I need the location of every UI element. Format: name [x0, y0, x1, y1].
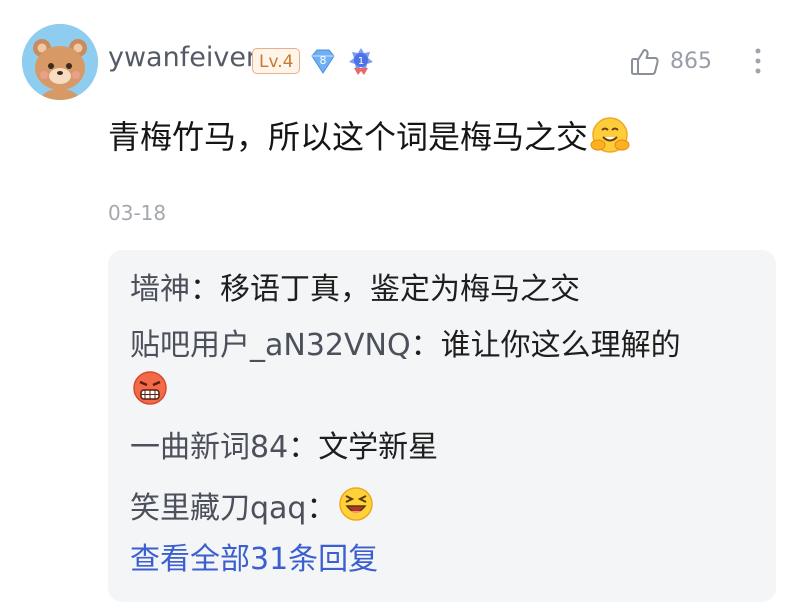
hugging-face-emoji-icon: [588, 113, 632, 165]
reply-item[interactable]: 贴吧用户_aN32VNQ：谁让你这么理解的: [130, 326, 681, 366]
diamond-badge-icon: 8: [306, 44, 340, 78]
reply-separator: ：: [288, 430, 319, 465]
angry-face-emoji-icon: [130, 368, 170, 419]
reply-text: 文学新星: [318, 430, 439, 465]
gem-badge-number: 8: [320, 54, 327, 67]
level-badge: Lv.4: [252, 48, 301, 74]
comment-date: 03-18: [108, 201, 167, 225]
comment-text: 青梅竹马，所以这个词是梅马之交: [108, 112, 632, 165]
laughing-face-emoji-icon: [336, 484, 376, 535]
comment-body: 青梅竹马，所以这个词是梅马之交: [108, 118, 589, 156]
reply-list: 墙神：移语丁真，鉴定为梅马之交 贴吧用户_aN32VNQ：谁让你这么理解的 一曲…: [108, 250, 776, 602]
username[interactable]: ywanfeiver: [108, 42, 257, 73]
more-options-icon[interactable]: [748, 44, 768, 78]
reply-username[interactable]: 贴吧用户_aN32VNQ: [130, 328, 411, 363]
reply-text: 移语丁真，鉴定为梅马之交: [220, 272, 580, 307]
bear-avatar-icon: [22, 24, 98, 100]
medal-badge-icon: 1: [344, 44, 378, 78]
like-count: 865: [670, 49, 712, 74]
reply-item[interactable]: 一曲新词84：文学新星: [130, 428, 438, 468]
reply-separator: ：: [410, 328, 441, 363]
reply-item[interactable]: 笑里藏刀qaq：: [130, 484, 376, 535]
reply-item[interactable]: 墙神：移语丁真，鉴定为梅马之交: [130, 270, 580, 310]
reply-text: 谁让你这么理解的: [440, 328, 681, 363]
medal-badge-number: 1: [358, 56, 364, 67]
reply-separator: ：: [306, 491, 337, 526]
reply-username[interactable]: 一曲新词84: [130, 430, 288, 465]
reply-username[interactable]: 墙神: [130, 272, 190, 307]
reply-emoji-line: [130, 368, 170, 419]
reply-username[interactable]: 笑里藏刀qaq: [130, 491, 306, 526]
view-all-replies-link[interactable]: 查看全部31条回复: [130, 540, 378, 580]
reply-separator: ：: [190, 272, 220, 307]
user-avatar[interactable]: [22, 24, 98, 100]
thumbs-up-icon[interactable]: [628, 45, 662, 79]
